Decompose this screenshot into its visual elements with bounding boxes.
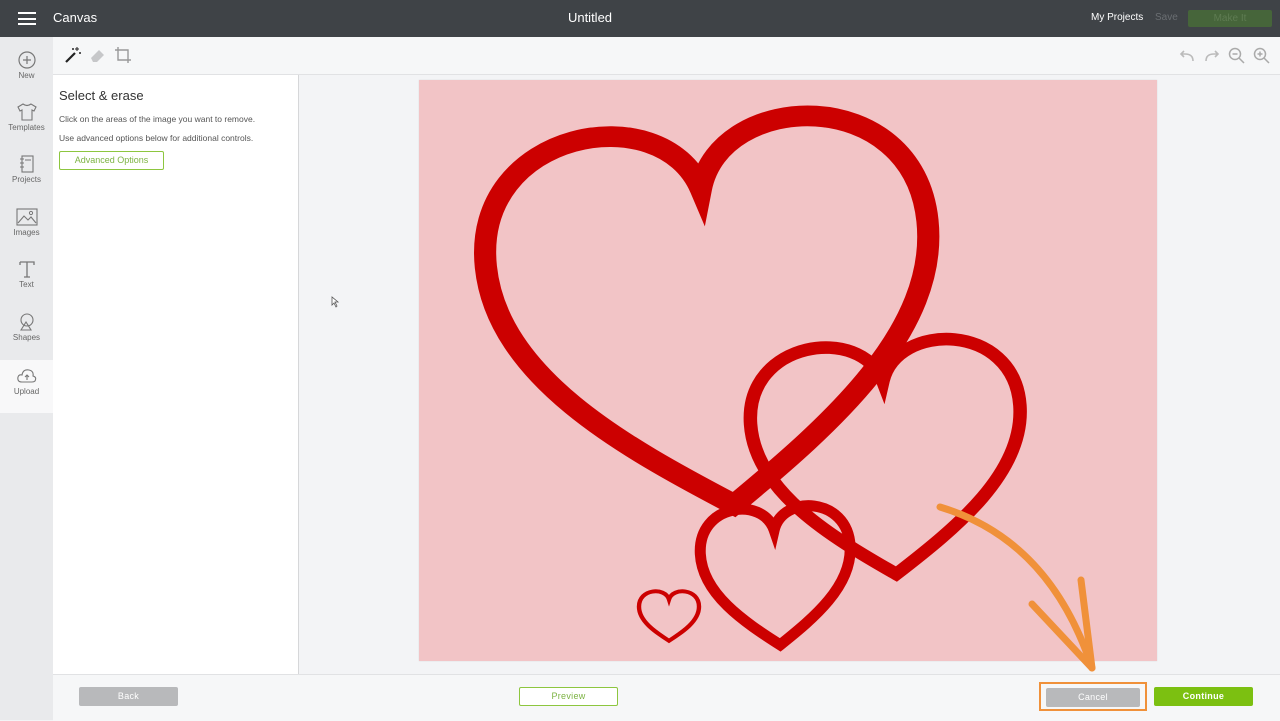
continue-button[interactable]: Continue: [1154, 687, 1253, 706]
text-icon: [18, 261, 35, 278]
shapes-icon: [19, 313, 34, 331]
edit-toolbar: [53, 37, 1280, 75]
nav-item-images[interactable]: Images: [0, 204, 53, 254]
document-title[interactable]: Untitled: [0, 10, 1180, 25]
nav-item-new[interactable]: New: [0, 47, 53, 97]
notebook-icon: [19, 155, 34, 173]
advanced-options-button[interactable]: Advanced Options: [59, 151, 164, 170]
top-bar: Canvas Untitled My Projects Save Make It: [0, 0, 1280, 37]
hearts-image: [474, 105, 1027, 652]
nav-label-projects: Projects: [12, 175, 41, 184]
nav-item-templates[interactable]: Templates: [0, 99, 53, 149]
nav-label-text: Text: [19, 280, 34, 289]
nav-label-new: New: [18, 71, 35, 80]
my-projects-link[interactable]: My Projects: [1091, 12, 1143, 23]
nav-item-text[interactable]: Text: [0, 256, 53, 306]
nav-item-shapes[interactable]: Shapes: [0, 309, 53, 359]
nav-label-upload: Upload: [13, 387, 40, 396]
mouse-cursor-icon: [331, 296, 340, 308]
zoom-out-icon[interactable]: [1227, 46, 1247, 66]
uploaded-image-canvas[interactable]: [419, 80, 1157, 661]
nav-label-images: Images: [13, 228, 40, 237]
tshirt-icon: [16, 103, 37, 121]
cancel-highlight-box: Cancel: [1039, 682, 1147, 711]
undo-icon[interactable]: [1177, 46, 1197, 66]
plus-circle-icon: [17, 51, 36, 69]
nav-item-projects[interactable]: Projects: [0, 151, 53, 201]
panel-title: Select & erase: [59, 88, 144, 103]
nav-label-shapes: Shapes: [12, 333, 41, 342]
preview-button[interactable]: Preview: [519, 687, 618, 706]
zoom-in-icon[interactable]: [1252, 46, 1272, 66]
nav-label-templates: Templates: [8, 123, 45, 132]
instruction-text-2: Use advanced options below for additiona…: [59, 133, 254, 143]
select-erase-panel: Select & erase Click on the areas of the…: [53, 75, 299, 674]
instruction-text-1: Click on the areas of the image you want…: [59, 114, 256, 124]
magic-wand-icon[interactable]: [63, 45, 83, 65]
nav-item-upload[interactable]: Upload: [0, 360, 53, 413]
small-heart: [694, 500, 856, 652]
crop-icon[interactable]: [113, 45, 133, 65]
redo-icon[interactable]: [1202, 46, 1222, 66]
left-nav: New Templates Projects Images Text Shape…: [0, 37, 54, 720]
tiny-heart: [636, 589, 702, 644]
save-link[interactable]: Save: [1155, 12, 1178, 23]
cancel-button[interactable]: Cancel: [1046, 688, 1140, 707]
cloud-upload-icon: [16, 369, 36, 383]
bottom-bar: Back Preview Cancel Continue: [53, 674, 1280, 721]
large-heart: [474, 105, 940, 518]
image-icon: [15, 208, 38, 226]
make-it-button[interactable]: Make It: [1188, 10, 1272, 27]
eraser-icon[interactable]: [88, 45, 108, 65]
back-button[interactable]: Back: [79, 687, 178, 706]
